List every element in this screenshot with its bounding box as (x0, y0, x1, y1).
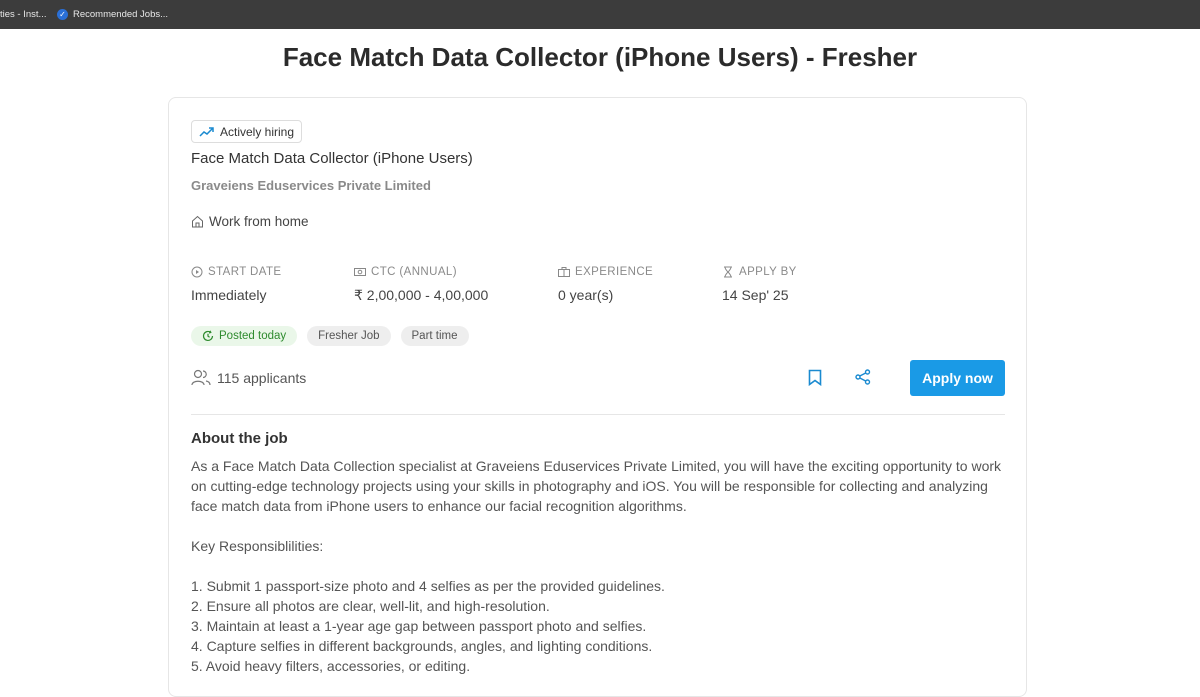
bookmark-icon (808, 369, 822, 386)
bookmark-button[interactable] (804, 366, 826, 388)
ctc-label: CTC (ANNUAL) (371, 266, 457, 278)
tag-label: Posted today (219, 330, 287, 342)
job-card: Actively hiring Face Match Data Collecto… (168, 97, 1027, 697)
location-label: Work from home (209, 214, 309, 229)
apply-by-value: 14 Sep' 25 (722, 287, 789, 303)
users-icon (191, 369, 211, 386)
tag-label: Part time (411, 330, 458, 342)
about-heading: About the job (191, 430, 288, 447)
bookmarks-bar: ties - Inst... ✓ Recommended Jobs... (0, 0, 1200, 29)
experience-label: EXPERIENCE (575, 266, 654, 278)
share-icon (855, 369, 871, 385)
start-date: START DATE Immediately (191, 266, 281, 303)
applicants-count: 115 applicants (191, 369, 306, 387)
ctc-value: ₹ 2,00,000 - 4,00,000 (354, 287, 489, 303)
company-name[interactable]: Graveiens Eduservices Private Limited (191, 178, 431, 193)
share-button[interactable] (852, 366, 874, 388)
page-title: Face Match Data Collector (iPhone Users)… (282, 42, 918, 72)
about-intro: As a Face Match Data Collection speciali… (191, 458, 1002, 514)
apply-by: APPLY BY 14 Sep' 25 (722, 266, 797, 303)
briefcase-icon (558, 267, 570, 277)
divider (191, 414, 1005, 415)
home-icon (192, 215, 203, 228)
internshala-icon: ✓ (57, 9, 68, 20)
responsibility-item: 1. Submit 1 passport-size photo and 4 se… (191, 578, 665, 594)
tags: Posted today Fresher Job Part time (191, 326, 469, 346)
responsibility-item: 2. Ensure all photos are clear, well-lit… (191, 598, 550, 614)
refresh-clock-icon (202, 330, 214, 342)
ctc: CTC (ANNUAL) ₹ 2,00,000 - 4,00,000 (354, 266, 488, 304)
start-date-value: Immediately (191, 287, 267, 303)
experience: EXPERIENCE 0 year(s) (558, 266, 653, 303)
money-icon (354, 268, 366, 276)
actively-hiring-badge: Actively hiring (191, 120, 303, 143)
hourglass-icon (724, 266, 732, 278)
tag-fresher-job: Fresher Job (307, 326, 391, 346)
bookmark-item-1[interactable]: ties - Inst... (0, 0, 55, 29)
tag-part-time: Part time (400, 326, 469, 346)
play-circle-icon (191, 266, 203, 278)
tag-posted-today: Posted today (191, 326, 298, 346)
job-title: Face Match Data Collector (iPhone Users) (191, 150, 473, 167)
bookmark-label: ties - Inst... (0, 9, 47, 20)
location: Work from home (191, 214, 309, 229)
about-body: As a Face Match Data Collection speciali… (191, 456, 1011, 676)
experience-value: 0 year(s) (558, 287, 614, 303)
tag-label: Fresher Job (318, 330, 380, 342)
badge-label: Actively hiring (220, 124, 295, 139)
apply-now-button[interactable]: Apply now (910, 360, 1005, 396)
bookmark-item-2[interactable]: ✓ Recommended Jobs... (57, 0, 168, 29)
trending-up-icon (199, 126, 214, 137)
start-date-label: START DATE (208, 266, 282, 278)
responsibility-item: 5. Avoid heavy filters, accessories, or … (191, 658, 471, 674)
bookmark-label: Recommended Jobs... (73, 9, 169, 20)
responsibility-item: 4. Capture selfies in different backgrou… (191, 638, 653, 654)
apply-by-label: APPLY BY (739, 266, 797, 278)
responsibility-item: 3. Maintain at least a 1-year age gap be… (191, 618, 647, 634)
responsibilities-heading: Key Responsiblilities: (191, 538, 324, 554)
applicants-label: 115 applicants (217, 370, 307, 386)
